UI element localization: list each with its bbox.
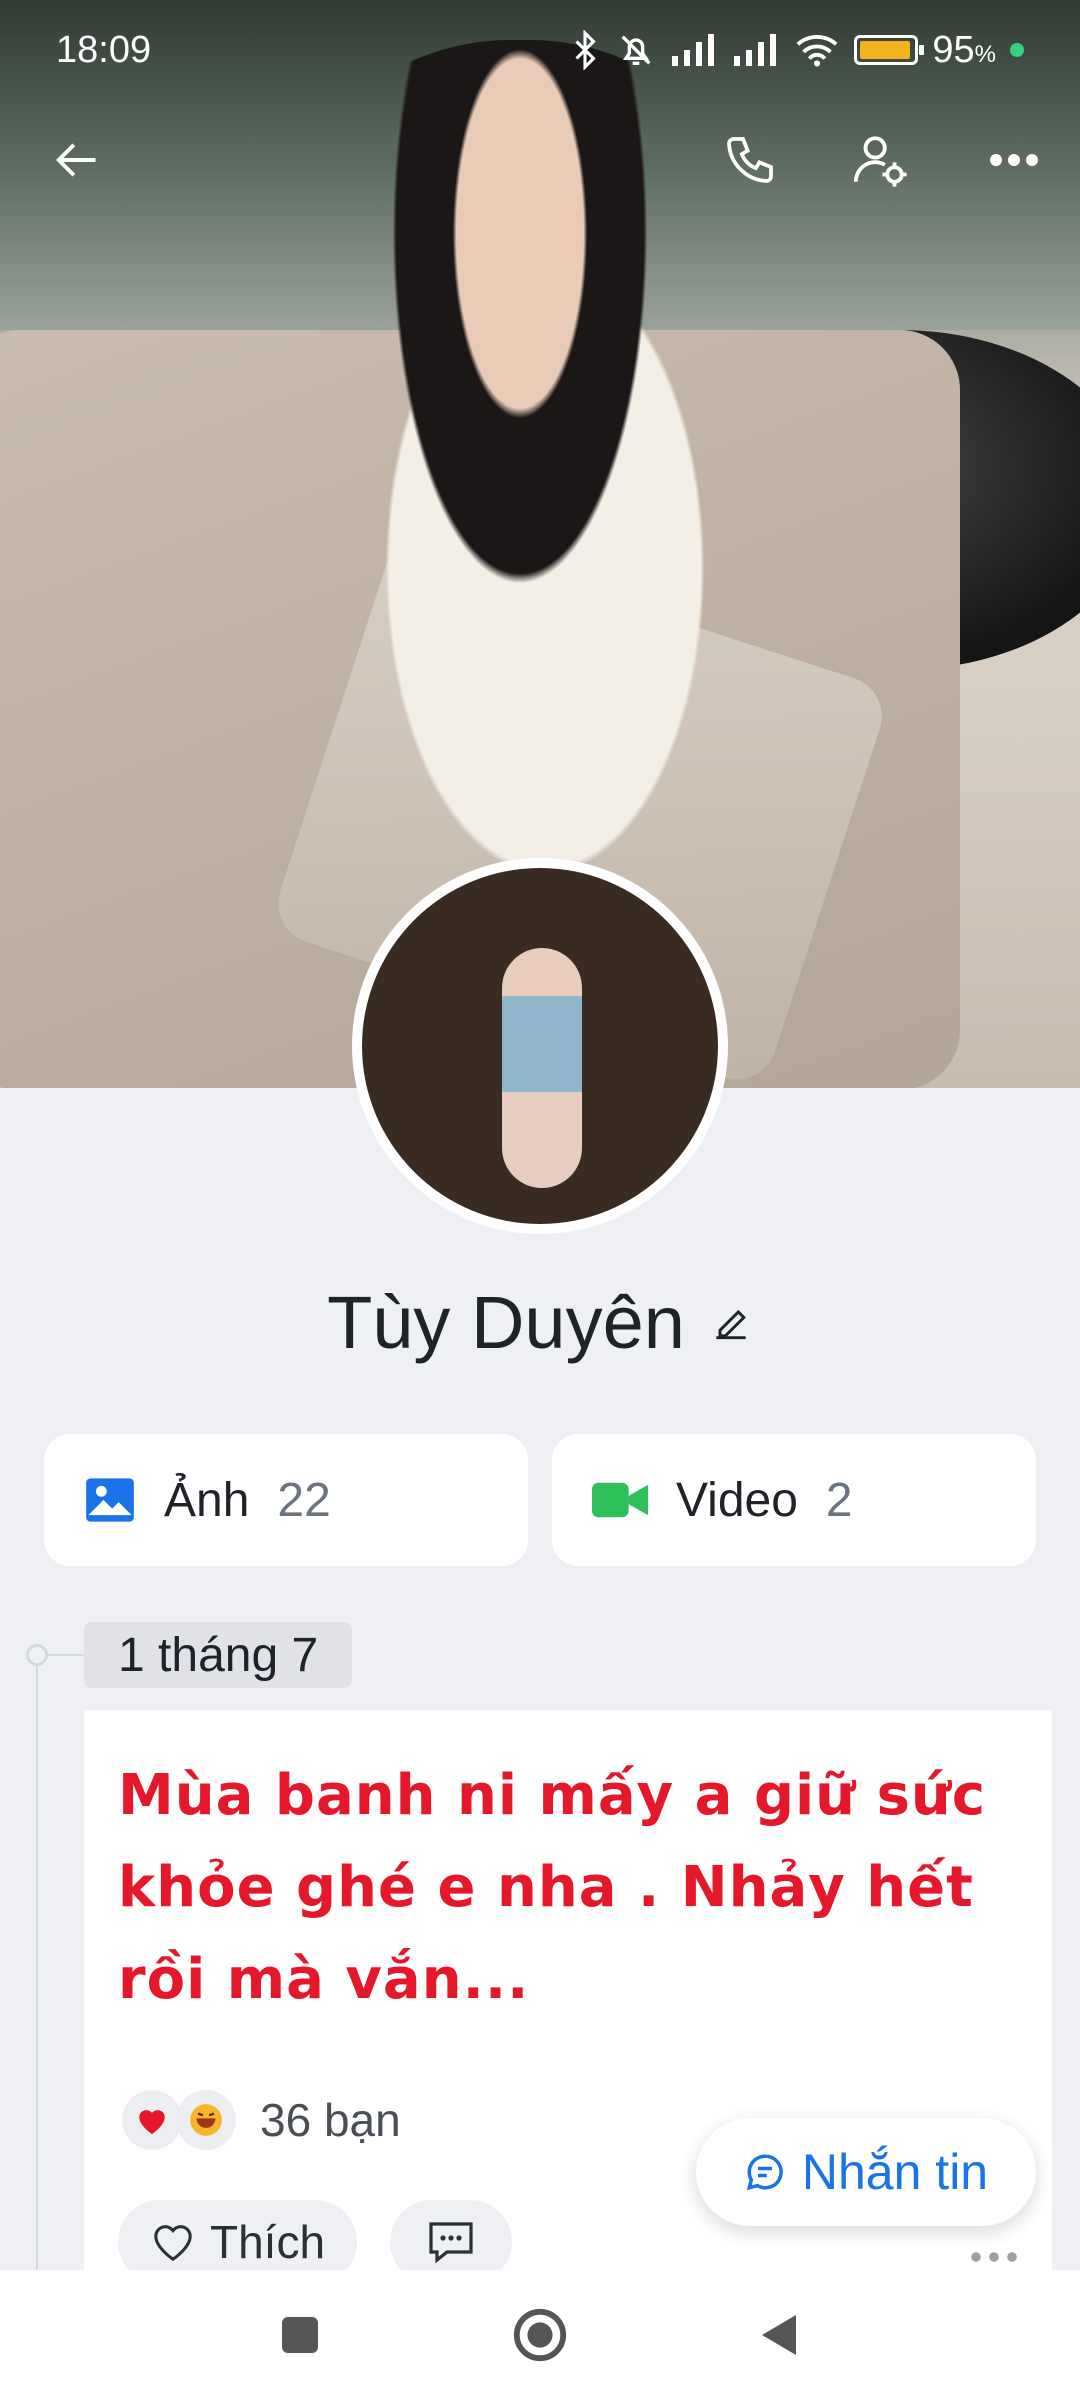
message-label: Nhắn tin bbox=[801, 2144, 989, 2200]
back-nav-button[interactable] bbox=[735, 2290, 825, 2380]
photos-count: 22 bbox=[277, 1473, 331, 1527]
timeline-line bbox=[36, 1652, 38, 2272]
phone-icon bbox=[727, 137, 773, 183]
photos-card[interactable]: Ảnh 22 bbox=[44, 1434, 528, 1566]
avatar-image bbox=[362, 868, 718, 1224]
circle-icon bbox=[513, 2308, 567, 2362]
bluetooth-icon bbox=[575, 30, 597, 70]
timeline-tick bbox=[48, 1654, 84, 1656]
triangle-back-icon bbox=[762, 2315, 796, 2355]
videos-label: Video bbox=[676, 1473, 798, 1527]
post-text[interactable]: Mùa banh ni mấy a giữ sức khỏe ghé e nha… bbox=[118, 1750, 1038, 2026]
battery-level bbox=[860, 41, 910, 59]
reactions-summary[interactable]: 36 bạn bbox=[122, 2090, 401, 2150]
comment-icon bbox=[429, 2222, 473, 2264]
post-more-button[interactable] bbox=[970, 2224, 1018, 2274]
pencil-icon[interactable] bbox=[709, 1301, 753, 1345]
status-icons: 95% bbox=[568, 29, 1024, 72]
message-button[interactable]: Nhắn tin bbox=[696, 2118, 1036, 2226]
photos-label: Ảnh bbox=[164, 1473, 250, 1527]
heart-icon bbox=[122, 2090, 182, 2150]
user-settings-icon bbox=[853, 136, 907, 187]
avatar[interactable] bbox=[352, 858, 728, 1234]
videos-card[interactable]: Video 2 bbox=[552, 1434, 1036, 1566]
videos-count: 2 bbox=[825, 1473, 853, 1527]
recents-button[interactable] bbox=[255, 2290, 345, 2380]
heart-outline-icon bbox=[154, 2225, 192, 2262]
back-button[interactable] bbox=[26, 110, 126, 210]
battery-percent: 95% bbox=[932, 28, 996, 71]
signal-icon bbox=[672, 34, 715, 66]
timeline-dot bbox=[26, 1644, 48, 1666]
wifi-icon bbox=[796, 35, 838, 67]
charging-dot bbox=[1010, 43, 1024, 57]
top-nav bbox=[0, 110, 1080, 210]
system-nav-bar bbox=[0, 2270, 1080, 2400]
signal-icon bbox=[734, 34, 777, 66]
mute-icon bbox=[621, 35, 651, 65]
square-icon bbox=[282, 2317, 318, 2353]
video-icon bbox=[592, 1482, 648, 1518]
laugh-icon bbox=[176, 2090, 236, 2150]
more-button[interactable] bbox=[964, 110, 1064, 210]
profile-name: Tùy Duyên bbox=[327, 1281, 685, 1364]
battery-value: 95 bbox=[932, 28, 975, 71]
photo-icon bbox=[86, 1478, 134, 1522]
call-button[interactable] bbox=[700, 110, 800, 210]
battery-icon bbox=[854, 35, 925, 65]
more-icon bbox=[990, 154, 1038, 166]
back-arrow-icon bbox=[55, 143, 96, 177]
home-button[interactable] bbox=[495, 2290, 585, 2380]
reaction-count: 36 bạn bbox=[260, 2094, 401, 2146]
profile-settings-button[interactable] bbox=[830, 110, 930, 210]
like-label: Thích bbox=[210, 2216, 326, 2268]
status-bar: 18:09 95% bbox=[0, 0, 1080, 100]
more-horizontal-icon bbox=[971, 2252, 1017, 2262]
chat-bubble-icon bbox=[746, 2154, 783, 2191]
status-time: 18:09 bbox=[56, 28, 152, 71]
timeline-date: 1 tháng 7 bbox=[84, 1622, 353, 1688]
profile-name-row: Tùy Duyên bbox=[0, 1280, 1080, 1365]
